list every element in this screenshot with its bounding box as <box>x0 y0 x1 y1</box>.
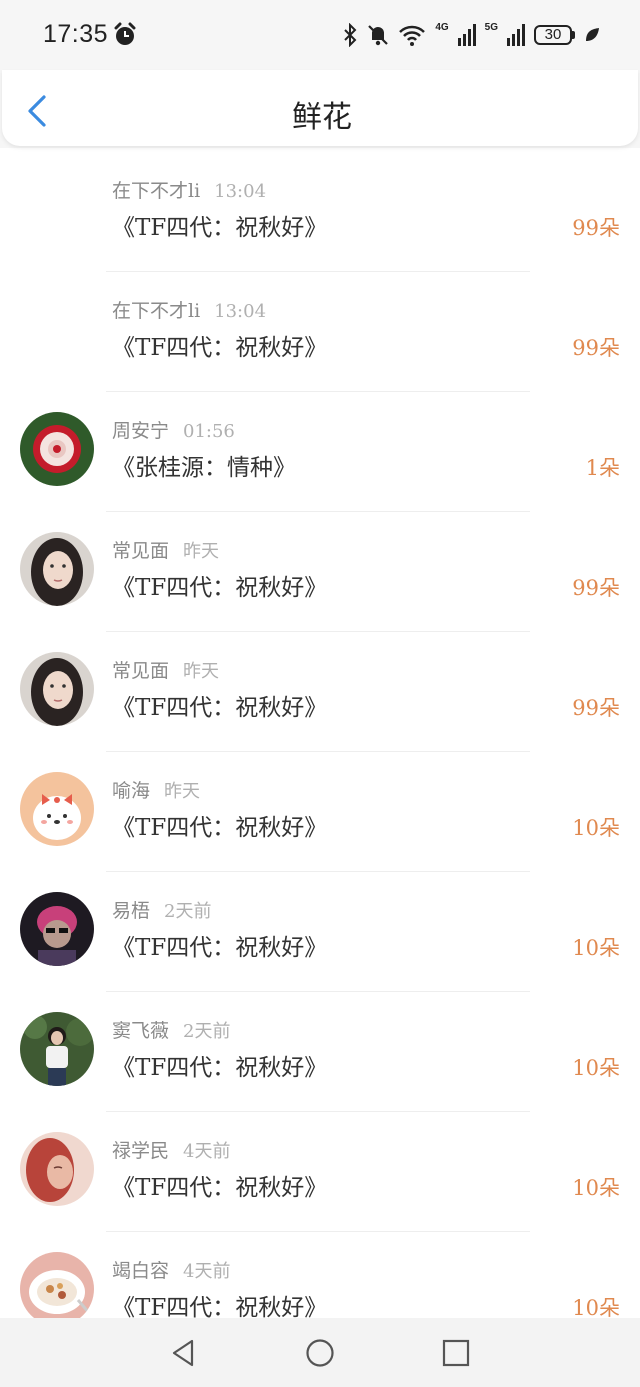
book-title[interactable]: 《TF四代：祝秋好》 <box>112 328 327 362</box>
home-circle-icon[interactable] <box>305 1338 335 1368</box>
user-name[interactable]: 竭白容 <box>112 1260 169 1282</box>
page-title: 鲜花 <box>292 100 352 135</box>
user-name[interactable]: 在下不才li <box>112 300 200 322</box>
avatar[interactable] <box>20 1132 94 1206</box>
system-icons: 4G 5G 30 <box>342 21 600 49</box>
book-title[interactable]: 《TF四代：祝秋好》 <box>112 568 327 602</box>
user-name[interactable]: 在下不才li <box>112 180 200 202</box>
header: 鲜花 <box>0 70 640 148</box>
flower-count: 99朵 <box>572 216 620 240</box>
alarm-clock-icon <box>114 22 136 45</box>
timestamp: 昨天 <box>183 541 220 562</box>
user-name[interactable]: 周安宁 <box>112 420 169 442</box>
avatar[interactable] <box>20 412 94 486</box>
list-item[interactable]: 在下不才li 13:04 《TF四代：祝秋好》 99朵 <box>0 272 640 392</box>
network-label-5g: 5G <box>484 21 498 33</box>
timestamp: 昨天 <box>183 661 220 682</box>
list-item[interactable]: 喻海 昨天 《TF四代：祝秋好》 10朵 <box>0 752 640 872</box>
flower-count: 10朵 <box>572 1056 620 1080</box>
avatar[interactable] <box>20 532 94 606</box>
user-name[interactable]: 常见面 <box>112 540 169 562</box>
header-card: 鲜花 <box>2 70 638 146</box>
status-time: 17:35 <box>43 20 109 48</box>
recents-square-icon[interactable] <box>442 1338 470 1368</box>
back-triangle-icon[interactable] <box>170 1338 196 1368</box>
status-bar: 17:35 4G 5G 30 <box>0 0 640 70</box>
system-navigation-bar <box>0 1318 640 1387</box>
user-name[interactable]: 常见面 <box>112 660 169 682</box>
avatar[interactable] <box>20 1012 94 1086</box>
flower-count: 1朵 <box>585 456 620 480</box>
battery-level: 30 <box>534 25 572 45</box>
timestamp: 昨天 <box>164 781 201 802</box>
user-name[interactable]: 喻海 <box>112 780 150 802</box>
book-title[interactable]: 《TF四代：祝秋好》 <box>112 808 327 842</box>
book-title[interactable]: 《TF四代：祝秋好》 <box>112 1048 327 1082</box>
timestamp: 01:56 <box>183 421 235 442</box>
book-title[interactable]: 《TF四代：祝秋好》 <box>112 688 327 722</box>
list-item[interactable]: 在下不才li 13:04 《TF四代：祝秋好》 99朵 <box>0 152 640 272</box>
timestamp: 13:04 <box>214 301 267 322</box>
list-item[interactable]: 常见面 昨天 《TF四代：祝秋好》 99朵 <box>0 512 640 632</box>
flower-list: 在下不才li 13:04 《TF四代：祝秋好》 99朵 在下不才li 13:04 《… <box>0 152 640 1352</box>
avatar[interactable] <box>20 1252 94 1326</box>
flower-count: 99朵 <box>572 696 620 720</box>
list-item[interactable]: 禄学民 4天前 《TF四代：祝秋好》 10朵 <box>0 1112 640 1232</box>
flower-count: 99朵 <box>572 576 620 600</box>
book-title[interactable]: 《张桂源：情种》 <box>112 448 296 482</box>
network-label-4g: 4G <box>435 21 449 33</box>
timestamp: 2天前 <box>183 1021 231 1042</box>
avatar[interactable] <box>20 772 94 846</box>
bluetooth-icon <box>344 23 357 47</box>
book-title[interactable]: 《TF四代：祝秋好》 <box>112 1168 327 1202</box>
leaf-icon <box>586 28 599 41</box>
timestamp: 4天前 <box>183 1261 231 1282</box>
user-name[interactable]: 禄学民 <box>112 1140 169 1162</box>
wifi-icon <box>399 25 426 46</box>
timestamp: 2天前 <box>164 901 212 922</box>
mute-bell-icon <box>368 25 389 46</box>
avatar[interactable] <box>20 892 94 966</box>
flower-count: 10朵 <box>572 936 620 960</box>
battery-indicator: 30 <box>534 25 575 45</box>
book-title[interactable]: 《TF四代：祝秋好》 <box>112 928 327 962</box>
user-name[interactable]: 窦飞薇 <box>112 1020 169 1042</box>
signal-icon-2 <box>507 24 525 46</box>
book-title[interactable]: 《TF四代：祝秋好》 <box>112 208 327 242</box>
list-item[interactable]: 周安宁 01:56 《张桂源：情种》 1朵 <box>0 392 640 512</box>
list-item[interactable]: 常见面 昨天 《TF四代：祝秋好》 99朵 <box>0 632 640 752</box>
avatar[interactable] <box>20 652 94 726</box>
list-item[interactable]: 易梧 2天前 《TF四代：祝秋好》 10朵 <box>0 872 640 992</box>
user-name[interactable]: 易梧 <box>112 900 150 922</box>
timestamp: 4天前 <box>183 1141 231 1162</box>
book-title[interactable]: 《TF四代：祝秋好》 <box>112 1288 327 1322</box>
list-item[interactable]: 窦飞薇 2天前 《TF四代：祝秋好》 10朵 <box>0 992 640 1112</box>
flower-count: 10朵 <box>572 816 620 840</box>
flower-count: 99朵 <box>572 336 620 360</box>
timestamp: 13:04 <box>214 181 267 202</box>
flower-count: 10朵 <box>572 1176 620 1200</box>
signal-icon-1 <box>457 24 476 46</box>
